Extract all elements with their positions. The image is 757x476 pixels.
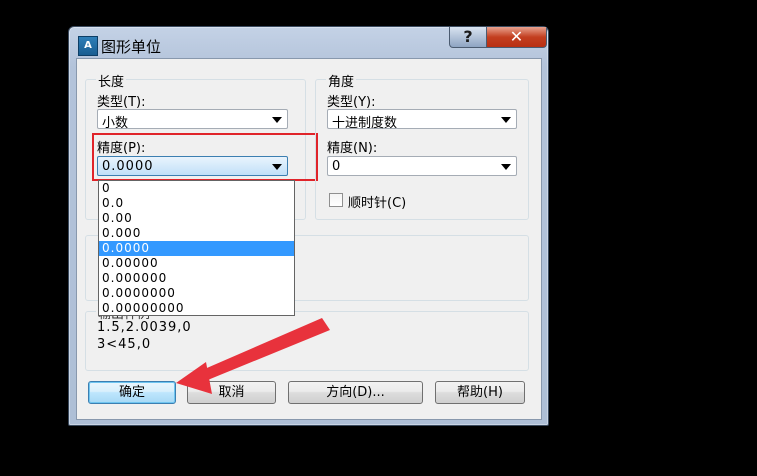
- dropdown-option[interactable]: 0.000000: [99, 271, 294, 286]
- close-icon: ✕: [509, 27, 524, 46]
- dialog-title: 图形单位: [101, 38, 162, 56]
- length-type-label: 类型(T):: [97, 95, 146, 110]
- dropdown-option[interactable]: 0.0: [99, 196, 294, 211]
- cancel-button[interactable]: 取消: [187, 381, 276, 404]
- chevron-down-icon: [501, 117, 511, 123]
- clockwise-checkbox[interactable]: [329, 193, 343, 207]
- help-button[interactable]: 帮助(H): [435, 381, 525, 404]
- chevron-down-icon: [272, 117, 282, 123]
- ok-button[interactable]: 确定: [88, 381, 176, 404]
- chevron-down-icon: [501, 164, 511, 170]
- length-group-label: 长度: [96, 71, 127, 90]
- highlight-box: [92, 133, 318, 181]
- dropdown-option[interactable]: 0.00: [99, 211, 294, 226]
- dropdown-option[interactable]: 0: [99, 181, 294, 196]
- help-title-button[interactable]: ?: [449, 27, 487, 48]
- angle-type-label: 类型(Y):: [327, 95, 376, 110]
- angle-type-select[interactable]: 十进制度数: [327, 109, 517, 131]
- angle-type-value: 十进制度数: [332, 116, 398, 131]
- clockwise-label: 顺时针(C): [348, 196, 407, 211]
- sample-line-2: 3<45,0: [97, 337, 152, 352]
- app-icon: A: [78, 36, 98, 56]
- dropdown-option[interactable]: 0.0000000: [99, 286, 294, 301]
- precision-dropdown-list: 0 0.0 0.00 0.000 0.0000 0.00000 0.000000…: [98, 180, 295, 316]
- sample-line-1: 1.5,2.0039,0: [97, 320, 192, 335]
- dropdown-option-selected[interactable]: 0.0000: [99, 241, 294, 256]
- dialog-body: 长度 类型(T): 小数 精度(P): 0.0000 角度 类型(Y): 十进制…: [76, 58, 542, 420]
- units-dialog: A 图形单位 ? ✕ 长度 类型(T): 小数 精度(P): 0.0000 角度…: [68, 26, 549, 426]
- close-button[interactable]: ✕: [486, 27, 547, 48]
- length-type-value: 小数: [102, 116, 129, 131]
- dropdown-option[interactable]: 0.00000: [99, 256, 294, 271]
- direction-button[interactable]: 方向(D)...: [288, 381, 423, 404]
- dropdown-option[interactable]: 0.00000000: [99, 301, 294, 315]
- angle-precision-label: 精度(N):: [327, 141, 378, 156]
- angle-precision-select[interactable]: 0: [327, 156, 517, 176]
- dropdown-option[interactable]: 0.000: [99, 226, 294, 241]
- angle-group-label: 角度: [326, 71, 357, 90]
- length-type-select[interactable]: 小数: [97, 109, 288, 131]
- angle-precision-value: 0: [332, 159, 341, 174]
